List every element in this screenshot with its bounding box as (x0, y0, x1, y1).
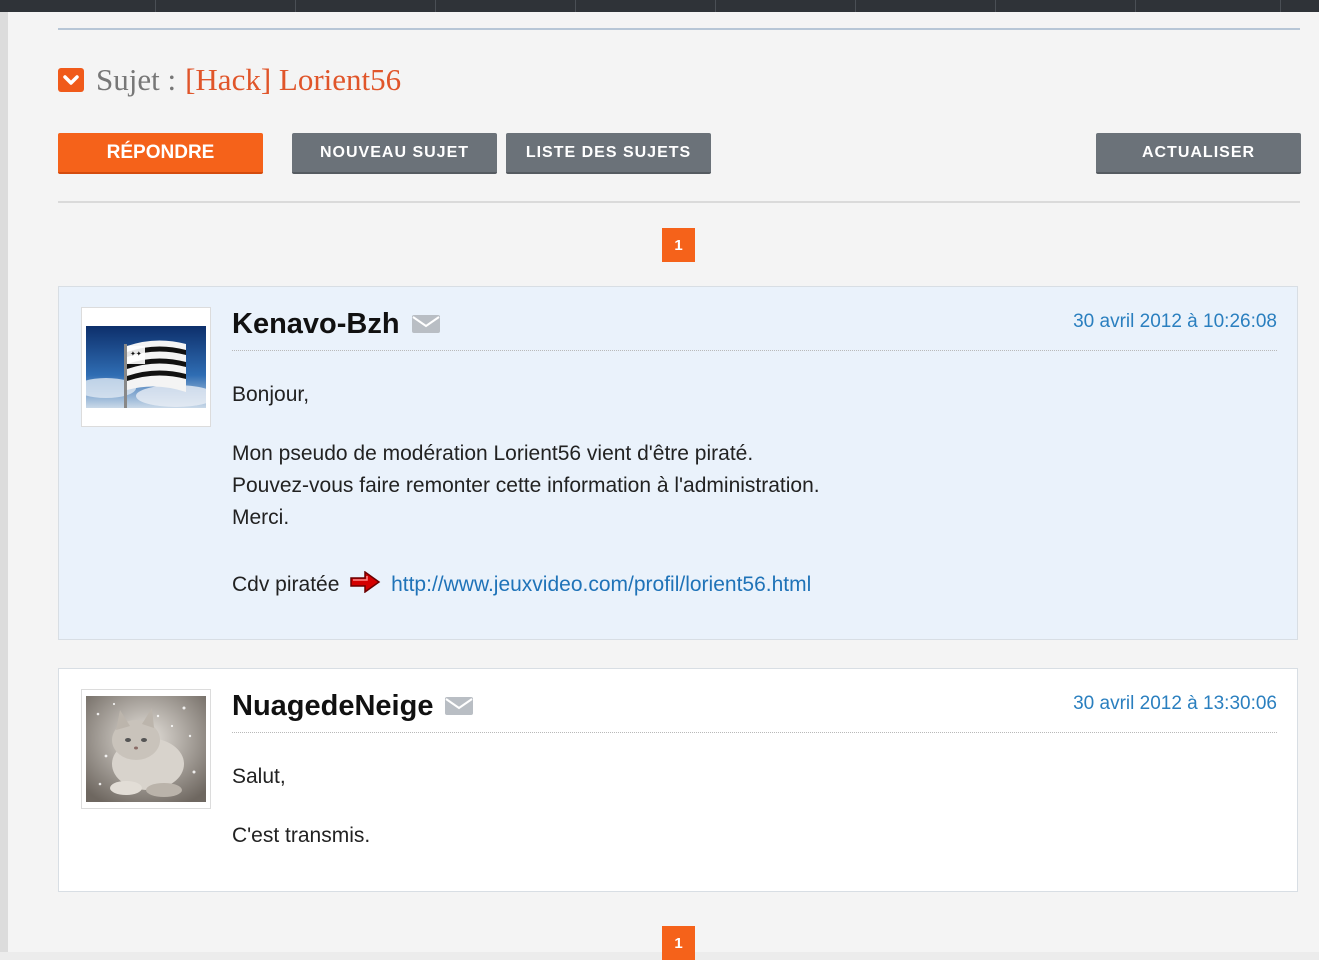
post-author: Kenavo-Bzh (232, 307, 440, 341)
avatar[interactable] (81, 689, 211, 809)
post-date[interactable]: 30 avril 2012 à 13:30:06 (1073, 693, 1277, 715)
svg-text:✦✦: ✦✦ (130, 350, 142, 358)
post-line: C'est transmis. (232, 824, 371, 847)
link-prefix: Cdv piratée (232, 573, 340, 596)
post-line: Salut, (232, 765, 286, 788)
envelope-icon[interactable] (445, 696, 474, 720)
reply-button[interactable]: RÉPONDRE (58, 133, 263, 174)
post-header-divider (232, 350, 1277, 351)
pagination-current-page[interactable]: 1 (662, 228, 695, 262)
avatar[interactable]: ✦✦ (81, 307, 211, 427)
topic-title-prefix: Sujet : (96, 62, 177, 97)
post-content: Bonjour, Mon pseudo de modération Lorien… (232, 379, 820, 603)
post-author: NuagedeNeige (232, 689, 474, 723)
left-border (0, 12, 8, 952)
author-name[interactable]: NuagedeNeige (232, 690, 433, 723)
pagination-current-page[interactable]: 1 (662, 926, 695, 960)
chevron-down-icon[interactable] (58, 68, 84, 92)
post: ✦✦ Kenavo-Bzh 30 avril 2012 à 10:26:08 B… (58, 286, 1298, 640)
red-arrow-right-icon (349, 570, 381, 603)
top-navigation-bar (0, 0, 1319, 12)
profile-link[interactable]: http://www.jeuxvideo.com/profil/lorient5… (391, 573, 811, 596)
post-line: Mon pseudo de modération Lorient56 vient… (232, 442, 754, 465)
divider (58, 201, 1300, 203)
author-name[interactable]: Kenavo-Bzh (232, 308, 400, 341)
topic-list-button[interactable]: LISTE DES SUJETS (506, 133, 711, 174)
post-header-divider (232, 732, 1277, 733)
topic-page: Sujet : [Hack] Lorient56 RÉPONDRE NOUVEA… (8, 12, 1319, 960)
topic-title: Sujet : [Hack] Lorient56 (58, 60, 401, 100)
post-date[interactable]: 30 avril 2012 à 10:26:08 (1073, 311, 1277, 333)
post-content: Salut, C'est transmis. (232, 761, 370, 852)
envelope-icon[interactable] (411, 314, 440, 338)
post-line: Merci. (232, 506, 290, 529)
post-link-line: Cdv piratée http://www.jeuxvideo.com/pro… (232, 569, 820, 603)
divider (58, 28, 1300, 30)
new-topic-button[interactable]: NOUVEAU SUJET (292, 133, 497, 174)
post: NuagedeNeige 30 avril 2012 à 13:30:06 Sa… (58, 668, 1298, 892)
post-line: Bonjour, (232, 383, 310, 406)
refresh-button[interactable]: ACTUALISER (1096, 133, 1301, 174)
topic-title-text: [Hack] Lorient56 (185, 62, 402, 97)
post-line: Pouvez-vous faire remonter cette informa… (232, 474, 820, 497)
